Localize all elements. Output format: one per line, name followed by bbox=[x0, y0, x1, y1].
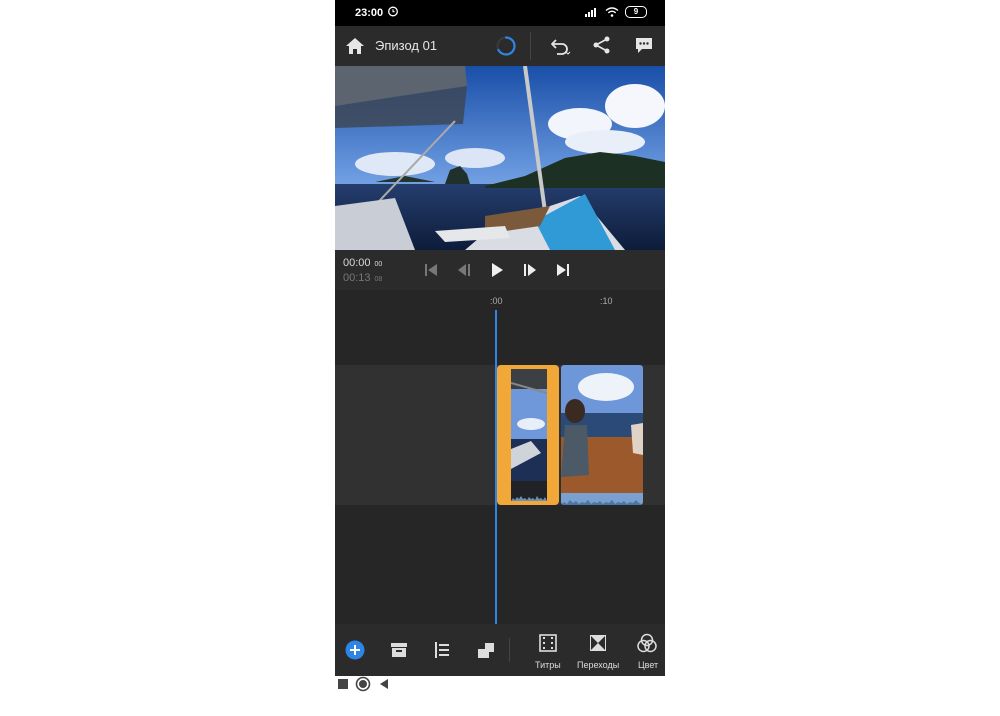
skip-to-end-icon[interactable] bbox=[555, 262, 571, 278]
skip-to-start-icon[interactable] bbox=[423, 262, 439, 278]
transitions-label[interactable]: Переходы bbox=[577, 660, 619, 670]
back-icon[interactable] bbox=[376, 676, 392, 692]
playback-controls bbox=[423, 262, 571, 278]
status-bar: 23:00 9 bbox=[335, 0, 665, 26]
selected-clip[interactable] bbox=[497, 365, 559, 505]
video-preview[interactable] bbox=[335, 66, 665, 250]
selected-clip-thumbnail bbox=[511, 369, 547, 501]
home-button-icon[interactable] bbox=[355, 676, 371, 692]
app-bar: Эпизод 01 bbox=[335, 26, 665, 66]
playhead[interactable] bbox=[495, 310, 497, 624]
undo-icon[interactable] bbox=[549, 36, 571, 56]
recent-apps-icon[interactable] bbox=[335, 676, 351, 692]
next-frame-icon[interactable] bbox=[522, 262, 538, 278]
titles-label[interactable]: Титры bbox=[535, 660, 561, 670]
project-title: Эпизод 01 bbox=[375, 38, 438, 53]
system-nav-bar bbox=[335, 676, 665, 716]
timeline-ruler[interactable]: :00 :10 bbox=[335, 290, 665, 312]
comment-icon[interactable] bbox=[634, 35, 654, 55]
second-clip-waveform bbox=[561, 500, 643, 505]
color-label[interactable]: Цвет bbox=[638, 660, 658, 670]
timeline-track-area[interactable] bbox=[335, 312, 665, 624]
transport-bar: 00:00 00 00:13 08 bbox=[335, 250, 665, 290]
toolbar-divider bbox=[509, 638, 510, 662]
archive-icon[interactable] bbox=[389, 640, 409, 660]
trim-icon[interactable] bbox=[432, 640, 452, 660]
battery-indicator: 9 bbox=[625, 6, 647, 18]
current-timecode: 00:00 00 bbox=[343, 257, 383, 269]
color-icon[interactable] bbox=[637, 633, 657, 653]
transitions-icon[interactable] bbox=[588, 633, 608, 653]
status-icons: 9 bbox=[585, 6, 647, 18]
app-bar-divider bbox=[530, 32, 531, 60]
status-time: 23:00 bbox=[355, 7, 384, 19]
progress-spinner-icon bbox=[496, 36, 516, 56]
signal-icon bbox=[585, 8, 596, 17]
titles-icon[interactable] bbox=[538, 633, 558, 653]
previous-frame-icon[interactable] bbox=[456, 262, 472, 278]
crop-icon[interactable] bbox=[476, 640, 496, 660]
ruler-tick-10: :10 bbox=[600, 296, 613, 306]
play-icon[interactable] bbox=[489, 262, 505, 278]
home-icon[interactable] bbox=[345, 36, 365, 56]
wifi-icon bbox=[605, 7, 619, 17]
ruler-tick-start: :00 bbox=[490, 296, 503, 306]
selected-clip-waveform bbox=[511, 496, 547, 501]
second-clip[interactable] bbox=[561, 365, 643, 505]
phone-screen: 23:00 9 Эпизод 01 00:00 00 00:13 08:00 … bbox=[335, 0, 665, 676]
alarm-icon bbox=[388, 6, 398, 17]
bottom-toolbar: Титры Переходы Цвет bbox=[335, 624, 665, 676]
second-clip-thumbnail bbox=[561, 365, 643, 505]
total-timecode: 00:13 08 bbox=[343, 272, 383, 284]
add-media-icon[interactable] bbox=[345, 640, 365, 660]
share-icon[interactable] bbox=[592, 35, 612, 55]
